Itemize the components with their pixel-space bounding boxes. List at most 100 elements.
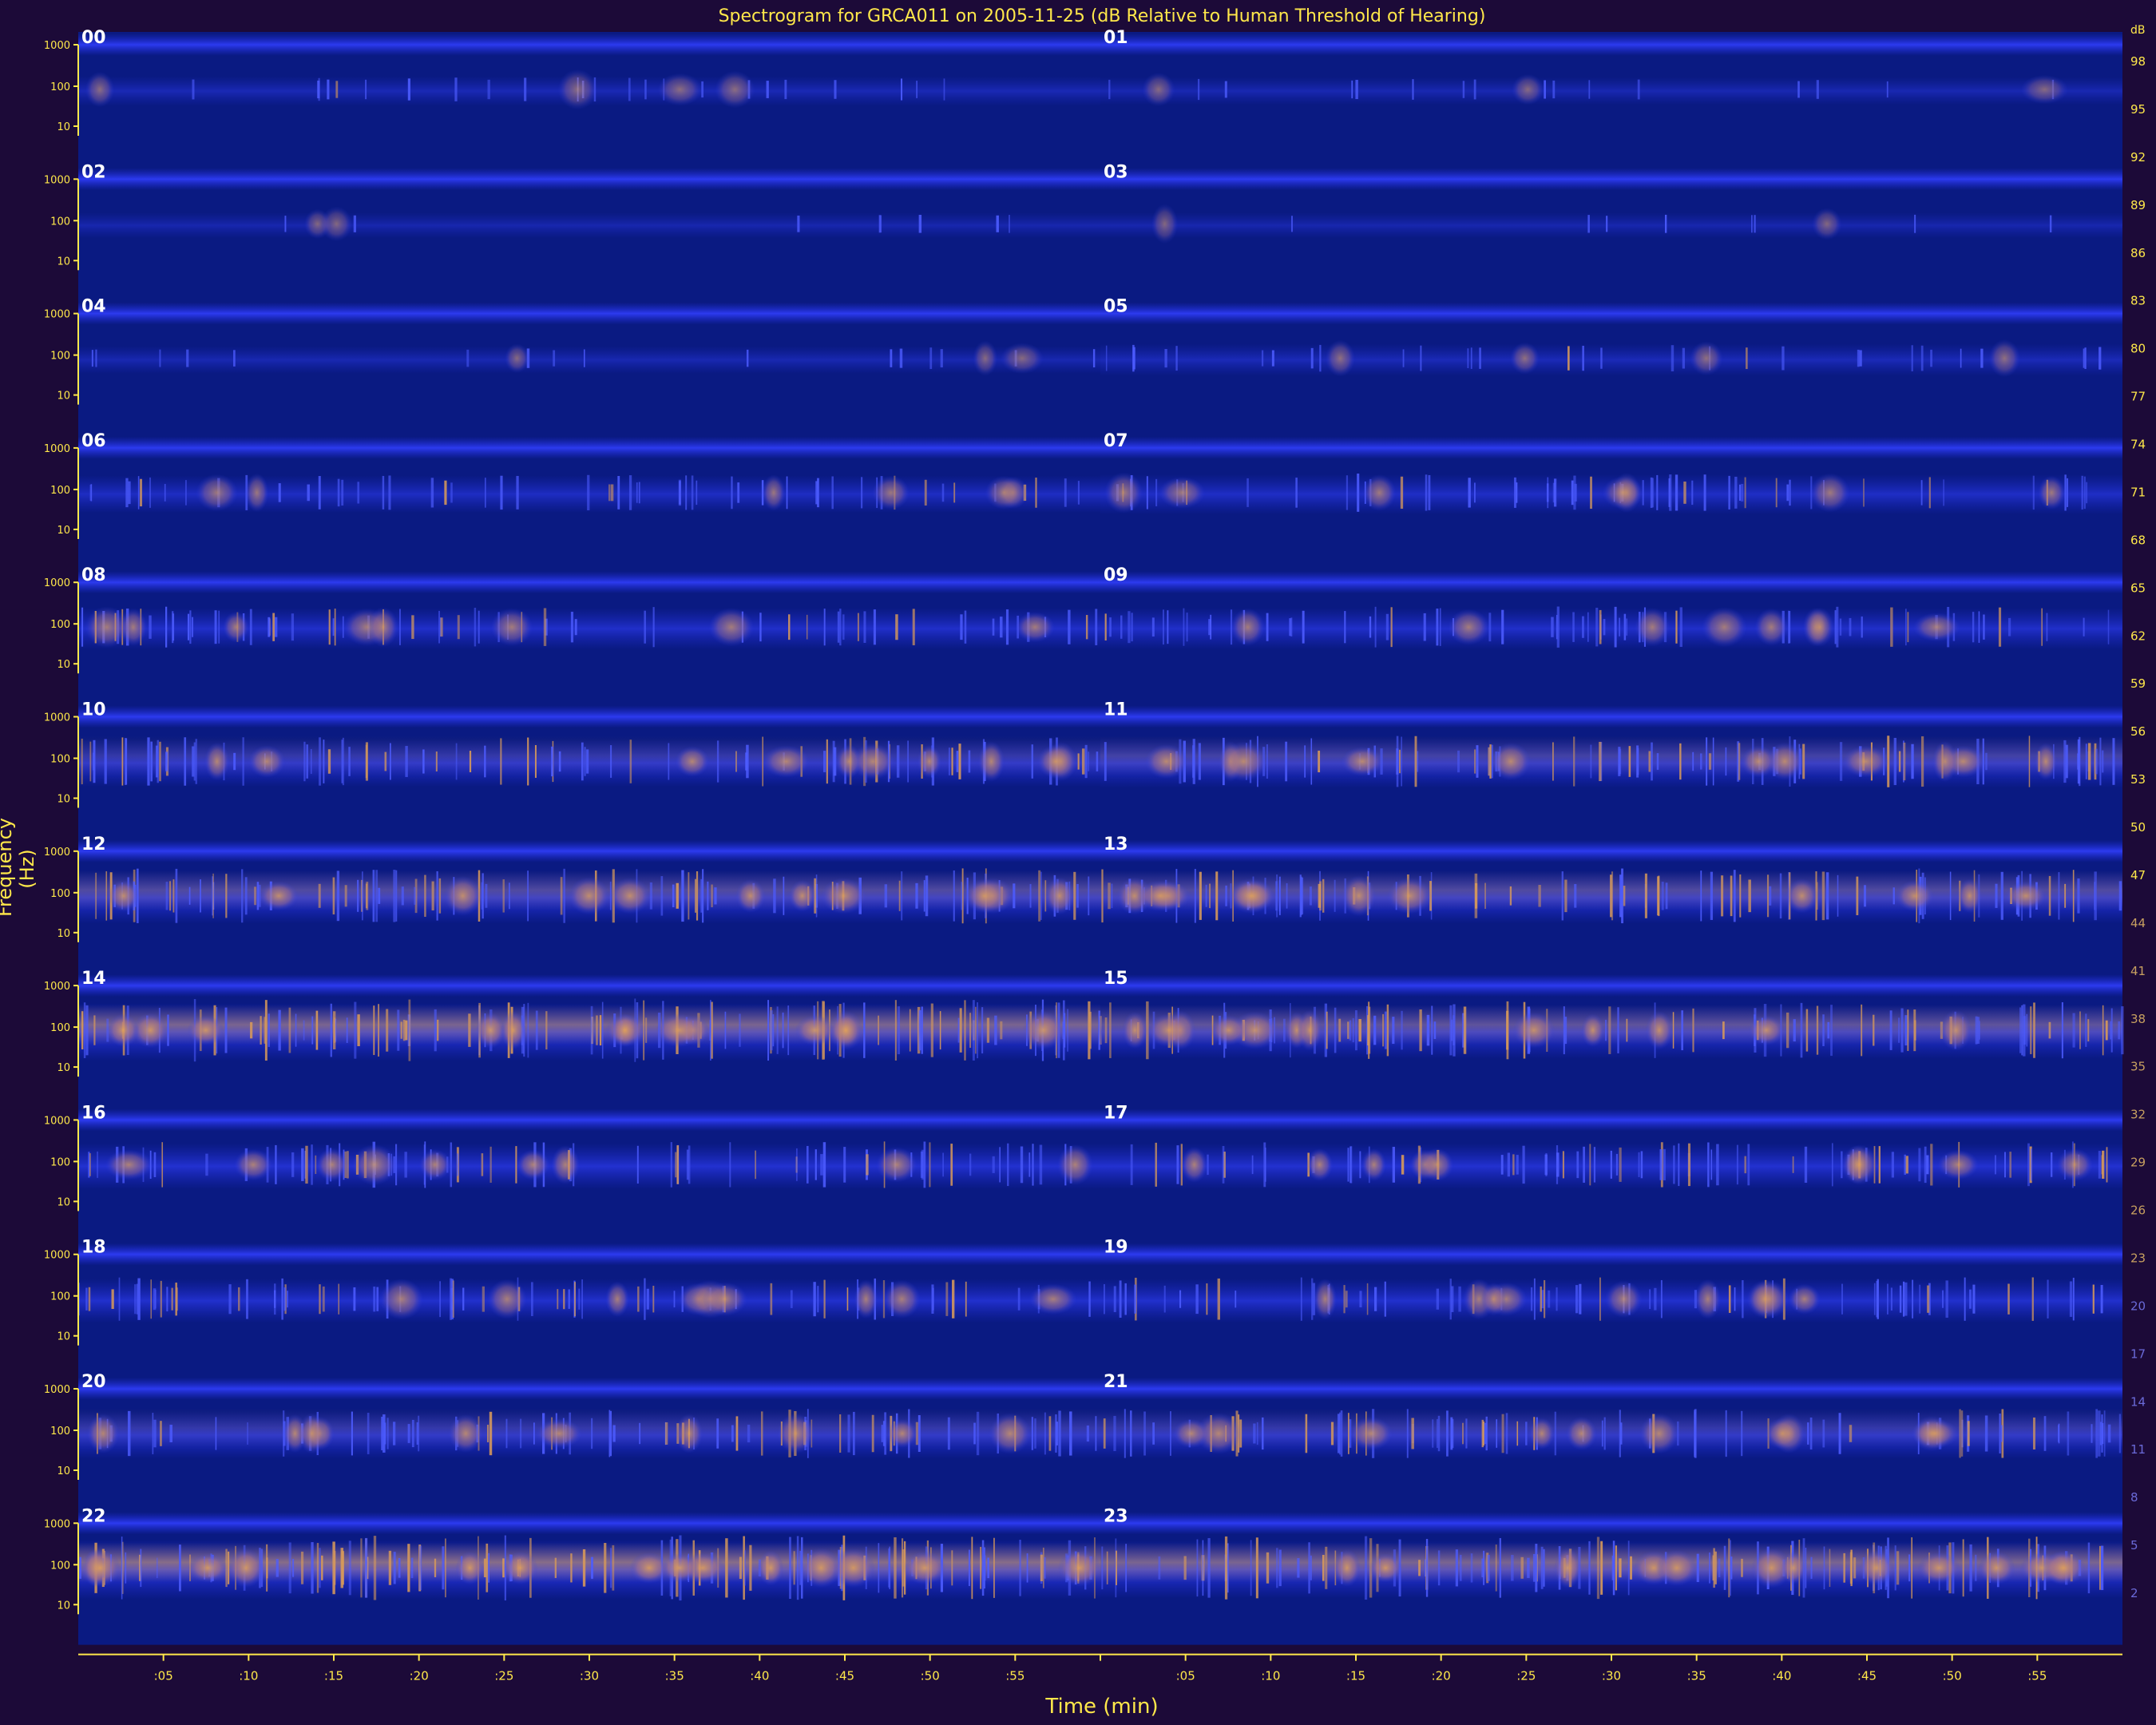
energy-streak <box>1143 1411 1146 1456</box>
energy-streak <box>1373 1287 1377 1311</box>
y-tick-label: 100 <box>50 1156 70 1168</box>
energy-streak <box>431 881 434 911</box>
energy-streak <box>1439 608 1441 646</box>
energy-streak <box>1501 1414 1504 1453</box>
energy-streak <box>1610 1150 1612 1179</box>
energy-streak <box>81 1011 84 1050</box>
energy-streak <box>1111 883 1113 909</box>
x-tick-label: :10 <box>1261 1669 1280 1683</box>
energy-streak <box>1420 345 1422 371</box>
call-blob <box>762 474 786 511</box>
colorbar-tick-label: 89 <box>2130 198 2146 212</box>
call-blob <box>501 1011 526 1050</box>
energy-streak <box>1038 870 1041 922</box>
energy-streak <box>1615 1545 1618 1591</box>
energy-streak <box>212 873 214 918</box>
energy-streak <box>1487 1554 1490 1581</box>
energy-streak <box>121 1537 123 1600</box>
energy-streak <box>1654 1287 1657 1311</box>
energy-streak <box>1658 875 1660 917</box>
energy-streak <box>696 870 699 921</box>
energy-streak <box>1747 1144 1750 1186</box>
y-tick-label: 1000 <box>44 1250 70 1262</box>
energy-streak <box>1725 747 1727 776</box>
energy-streak <box>2084 347 2087 370</box>
noise-band <box>1100 212 2122 239</box>
energy-streak <box>950 1144 953 1186</box>
energy-streak <box>1626 1018 1628 1042</box>
energy-streak <box>942 1152 944 1177</box>
energy-streak <box>644 79 647 100</box>
energy-streak <box>327 749 331 774</box>
energy-streak <box>1779 873 1782 919</box>
energy-streak <box>1766 874 1770 918</box>
energy-streak <box>354 1001 357 1059</box>
energy-streak <box>924 479 927 506</box>
energy-streak <box>1918 1148 1921 1182</box>
y-tick-label: 10 <box>57 659 70 671</box>
energy-streak <box>915 882 918 909</box>
energy-streak <box>980 1546 982 1589</box>
energy-streak <box>929 347 933 370</box>
call-blob <box>536 1418 582 1449</box>
energy-streak <box>485 1543 489 1592</box>
y-tick-label: 100 <box>50 1426 70 1438</box>
call-blob <box>1810 473 1850 513</box>
energy-streak <box>1588 1541 1591 1595</box>
y-axis-label: Frequency (Hz) <box>0 818 38 917</box>
energy-streak <box>1339 1412 1341 1455</box>
call-blob <box>965 878 1005 914</box>
energy-streak <box>863 1002 866 1058</box>
colorbar-tick-label: 77 <box>2130 390 2146 404</box>
energy-streak <box>1183 1556 1187 1580</box>
energy-streak <box>1979 1021 1980 1040</box>
energy-streak <box>1619 1558 1622 1578</box>
energy-streak <box>1414 736 1417 787</box>
energy-streak <box>378 1004 379 1057</box>
energy-streak <box>125 738 127 785</box>
x-tick-label: :45 <box>835 1669 854 1683</box>
energy-streak <box>1983 614 1985 640</box>
energy-streak <box>823 609 826 646</box>
energy-streak <box>275 1144 277 1184</box>
energy-streak <box>610 484 614 502</box>
energy-streak <box>814 1149 817 1180</box>
energy-streak <box>1628 746 1631 777</box>
energy-streak <box>489 1411 493 1456</box>
energy-streak <box>83 1002 86 1058</box>
energy-streak <box>716 740 719 783</box>
energy-streak <box>1700 870 1702 922</box>
energy-streak <box>1742 1279 1744 1319</box>
energy-streak <box>1428 474 1431 510</box>
energy-streak <box>225 874 228 918</box>
energy-streak <box>478 610 480 644</box>
energy-streak <box>1474 873 1478 918</box>
energy-streak <box>1741 1558 1743 1577</box>
energy-streak <box>783 876 785 915</box>
energy-streak <box>485 478 486 508</box>
energy-streak <box>714 887 717 905</box>
energy-streak <box>878 1015 879 1045</box>
energy-streak <box>881 1425 883 1442</box>
call-blob <box>1306 1148 1334 1181</box>
energy-streak <box>1271 350 1274 367</box>
plot-background <box>78 32 2122 1645</box>
y-tick-label: 1000 <box>44 443 70 455</box>
energy-streak <box>295 1013 297 1047</box>
energy-streak <box>1619 617 1621 636</box>
energy-streak <box>947 1417 950 1450</box>
energy-streak <box>215 1417 217 1450</box>
energy-streak <box>1834 610 1837 644</box>
call-blob <box>887 1418 917 1449</box>
call-blob <box>1785 878 1818 914</box>
warm-band <box>78 736 1100 776</box>
call-blob <box>985 475 1024 510</box>
energy-streak <box>1590 744 1592 779</box>
energy-streak <box>1754 215 1756 233</box>
energy-streak <box>1058 1410 1061 1457</box>
energy-streak <box>319 737 321 786</box>
energy-streak <box>457 615 460 640</box>
energy-streak <box>1710 871 1714 920</box>
energy-streak <box>330 1003 332 1057</box>
energy-streak <box>1836 606 1839 648</box>
